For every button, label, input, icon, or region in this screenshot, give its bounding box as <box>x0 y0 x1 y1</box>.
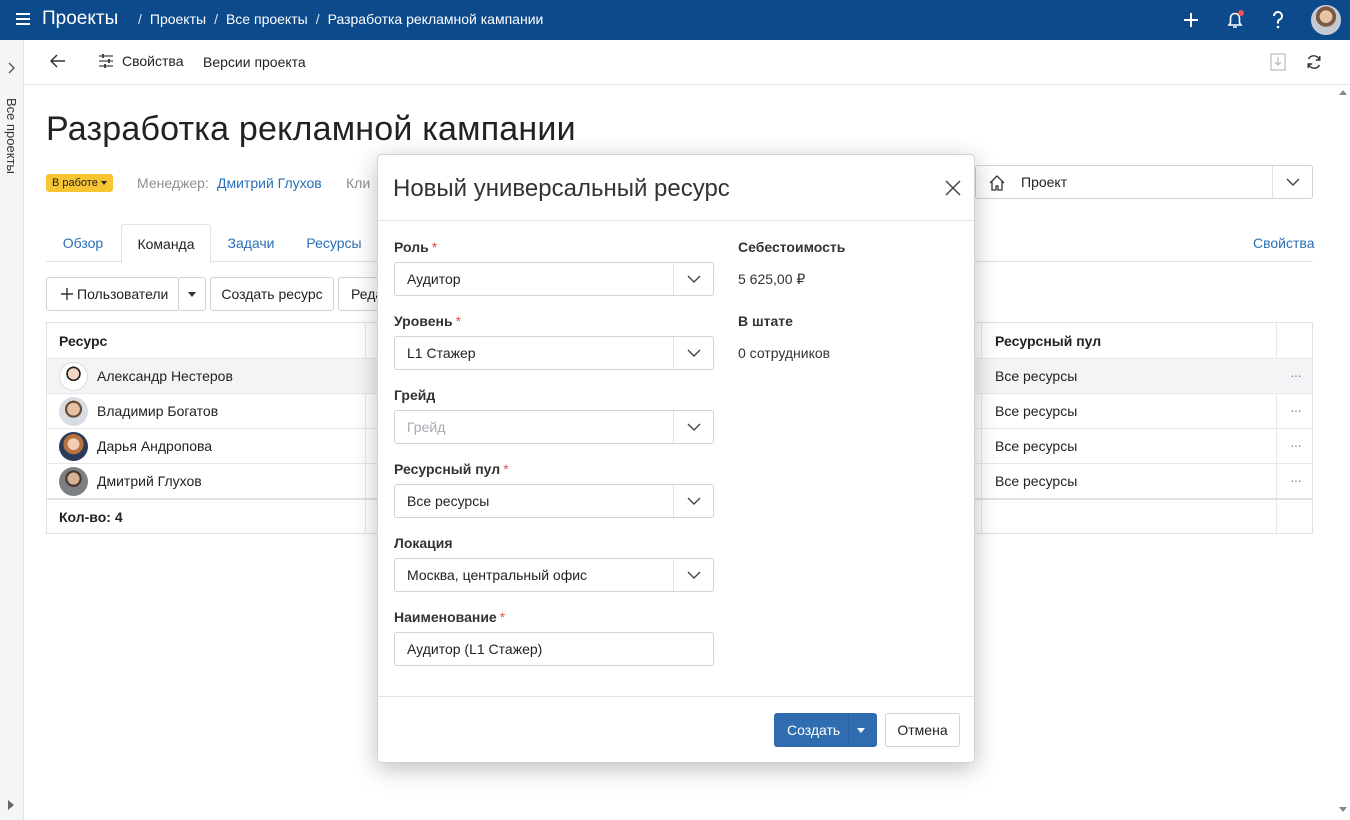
caret-down-icon <box>100 181 107 185</box>
home-icon <box>988 174 1006 195</box>
left-rail: Все проекты <box>0 40 24 820</box>
row-count: Кол-во: 4 <box>59 509 123 525</box>
location-select[interactable]: Москва, центральный офис <box>394 558 714 592</box>
staff-value: 0 сотрудников <box>738 345 831 361</box>
create-resource-button[interactable]: Создать ресурс <box>210 277 334 311</box>
avatar <box>59 467 88 496</box>
name-input[interactable]: Аудитор (L1 Стажер) <box>394 632 714 666</box>
tab-team[interactable]: Команда <box>121 224 211 263</box>
breadcrumb-all-projects[interactable]: Все проекты <box>226 11 308 27</box>
scroll-down-icon[interactable] <box>1339 807 1347 812</box>
location-label: Локация <box>394 535 453 551</box>
cost-label: Себестоимость <box>738 239 846 255</box>
versions-button[interactable]: Версии проекта <box>203 54 306 70</box>
expand-play-icon[interactable] <box>8 800 14 810</box>
caret-down-icon <box>188 291 196 297</box>
chevron-down-icon <box>673 485 713 517</box>
pool-select[interactable]: Все ресурсы <box>394 484 714 518</box>
manager-label: Менеджер: <box>137 175 209 191</box>
cost-value: 5 625,00 ₽ <box>738 271 806 287</box>
properties-link[interactable]: Свойства <box>1253 235 1314 251</box>
refresh-icon[interactable] <box>1304 52 1324 72</box>
level-label: Уровень * <box>394 313 462 329</box>
tab-resources[interactable]: Ресурсы <box>298 224 370 262</box>
scroll-up-icon[interactable] <box>1339 90 1347 95</box>
back-arrow-icon[interactable] <box>49 52 66 73</box>
grade-label: Грейд <box>394 387 436 403</box>
new-resource-dialog: Новый универсальный ресурс Роль * Аудитор… <box>377 154 975 763</box>
all-projects-rail-label[interactable]: Все проекты <box>4 98 19 174</box>
column-header-resource[interactable]: Ресурс <box>59 323 107 358</box>
tab-overview[interactable]: Обзор <box>46 224 120 262</box>
avatar <box>59 432 88 461</box>
breadcrumb: / Проекты / Все проекты / Разработка рек… <box>138 11 544 27</box>
users-dropdown-button[interactable] <box>178 277 206 311</box>
breadcrumb-current: Разработка рекламной кампании <box>327 11 544 27</box>
role-select[interactable]: Аудитор <box>394 262 714 296</box>
breadcrumb-projects[interactable]: Проекты <box>150 11 206 27</box>
more-icon[interactable]: ··· <box>1290 437 1302 453</box>
manager-link[interactable]: Дмитрий Глухов <box>217 175 322 191</box>
close-icon[interactable] <box>944 179 964 199</box>
more-icon[interactable]: ··· <box>1290 367 1302 383</box>
app-title[interactable]: Проекты <box>42 8 118 30</box>
chevron-down-icon <box>673 263 713 295</box>
top-bar: Проекты / Проекты / Все проекты / Разраб… <box>0 0 1350 40</box>
status-badge[interactable]: В работе <box>46 174 113 192</box>
project-select[interactable]: Проект <box>975 165 1313 199</box>
chevron-down-icon <box>673 337 713 369</box>
sliders-icon <box>99 54 113 68</box>
bell-icon[interactable] <box>1223 8 1247 32</box>
staff-label: В штате <box>738 313 793 329</box>
menu-icon[interactable] <box>16 13 30 25</box>
chevron-down-icon <box>673 411 713 443</box>
help-icon[interactable] <box>1266 8 1290 32</box>
role-label: Роль * <box>394 239 438 255</box>
avatar <box>59 397 88 426</box>
user-avatar[interactable] <box>1311 5 1341 35</box>
page-title: Разработка рекламной кампании <box>46 110 576 148</box>
grade-select[interactable]: Грейд <box>394 410 714 444</box>
more-icon[interactable]: ··· <box>1290 472 1302 488</box>
name-label: Наименование * <box>394 609 506 625</box>
chevron-down-icon <box>673 559 713 591</box>
chevron-down-icon <box>1272 166 1312 198</box>
page-scrollbar[interactable] <box>1333 85 1350 820</box>
column-header-pool[interactable]: Ресурсный пул <box>995 323 1101 358</box>
download-icon[interactable] <box>1268 52 1288 72</box>
cancel-button[interactable]: Отмена <box>885 713 960 747</box>
create-button[interactable]: Создать <box>774 713 877 747</box>
pool-label: Ресурсный пул * <box>394 461 509 477</box>
dialog-title: Новый универсальный ресурс <box>393 175 730 202</box>
expand-chevron-icon[interactable] <box>7 62 17 77</box>
caret-down-icon[interactable] <box>857 728 865 733</box>
more-icon[interactable]: ··· <box>1290 402 1302 418</box>
client-label: Кли <box>346 175 371 191</box>
plus-icon[interactable] <box>1179 8 1203 32</box>
properties-button[interactable]: Свойства <box>98 53 183 69</box>
plus-icon <box>61 288 73 300</box>
tab-tasks[interactable]: Задачи <box>218 224 284 262</box>
avatar <box>59 362 88 391</box>
add-users-button[interactable]: Пользователи <box>46 277 179 311</box>
level-select[interactable]: L1 Стажер <box>394 336 714 370</box>
toolbar: Свойства Версии проекта <box>24 40 1350 85</box>
